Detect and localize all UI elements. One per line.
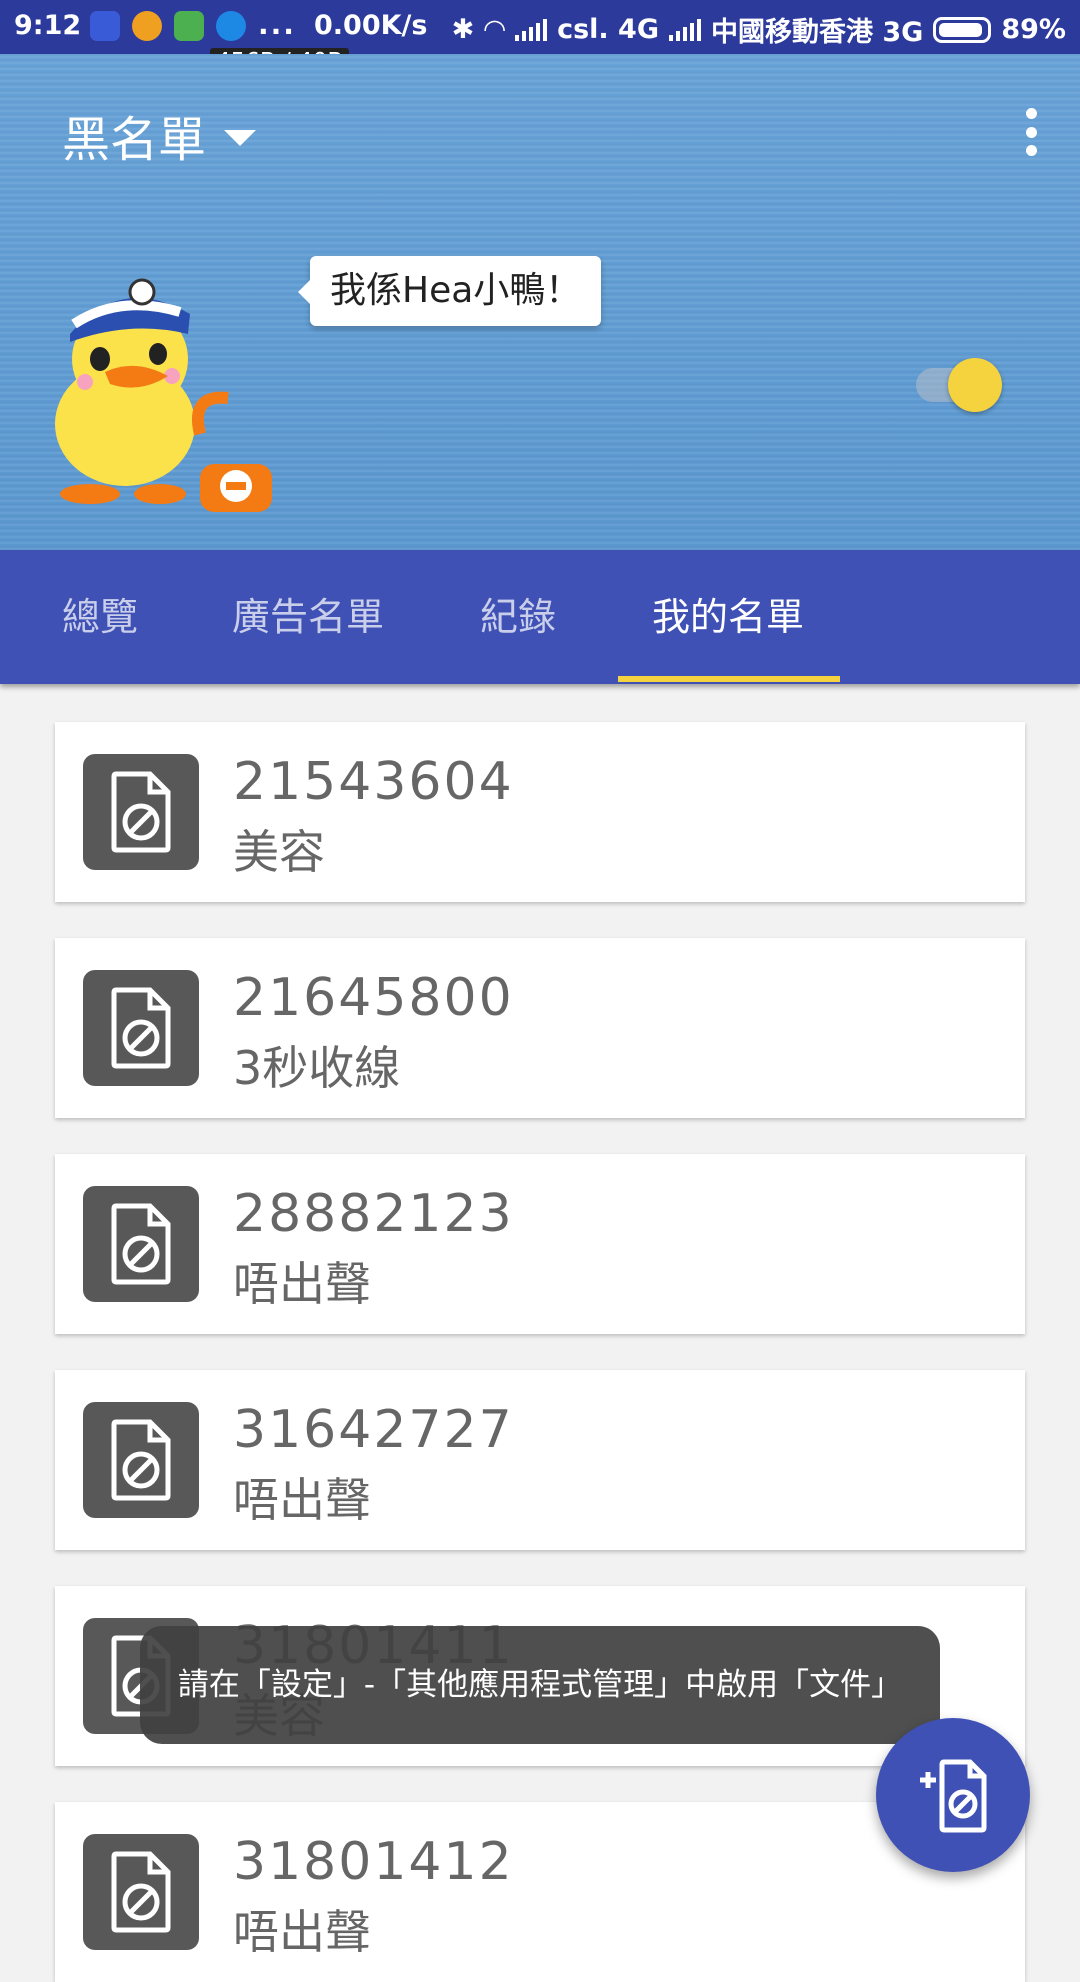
status-bar: 9:12 ... 0.00K/s ✱ ◠ csl. 4G 中國移動香港 3G 8… xyxy=(0,0,1080,54)
phone-number: 21645800 xyxy=(233,968,514,1028)
status-right-group: ✱ ◠ csl. 4G 中國移動香港 3G 89% xyxy=(452,10,1066,49)
tab-indicator xyxy=(618,676,840,682)
weather-icon xyxy=(132,11,162,41)
tab-bar: 總覽 廣告名單 紀錄 我的名單 xyxy=(0,550,1080,684)
carrier-2: 中國移動香港 3G xyxy=(711,17,924,48)
blocked-file-icon xyxy=(83,1834,199,1950)
notification-icons xyxy=(90,11,246,41)
dropdown-caret-icon xyxy=(224,130,257,146)
list-selector[interactable]: 黑名單 xyxy=(62,100,257,170)
phone-number: 31801412 xyxy=(233,1832,514,1892)
entry-label: 3秒收線 xyxy=(233,1041,401,1095)
overflow-menu-icon[interactable] xyxy=(1024,108,1038,156)
phone-number: 28882123 xyxy=(233,1184,514,1244)
blocked-file-icon xyxy=(83,1402,199,1518)
add-blocked-file-icon xyxy=(920,1759,987,1833)
list-item[interactable]: 28882123 唔出聲 xyxy=(55,1154,1025,1334)
entry-label: 唔出聲 xyxy=(233,1473,371,1527)
app-header: 黑名單 我係Hea小鴨！ xyxy=(0,54,1080,550)
app-notification-icon xyxy=(90,11,120,41)
sync-notification-icon xyxy=(216,11,246,41)
blocked-file-icon xyxy=(83,754,199,870)
more-notifications-indicator: ... xyxy=(258,8,296,41)
tab-log[interactable]: 紀錄 xyxy=(480,550,556,684)
list-item[interactable]: 21645800 3秒收線 xyxy=(55,938,1025,1118)
list-item[interactable]: 21543604 美容 xyxy=(55,722,1025,902)
entry-label: 唔出聲 xyxy=(233,1257,371,1311)
duck-mascot-icon xyxy=(55,278,272,512)
download-notification-icon xyxy=(174,11,204,41)
toggle-thumb xyxy=(948,358,1002,412)
battery-icon xyxy=(933,16,992,43)
blocking-toggle[interactable] xyxy=(916,350,1006,412)
add-blocked-number-button[interactable] xyxy=(876,1718,1030,1872)
signal-icon-2 xyxy=(669,18,701,41)
bluetooth-icon: ✱ xyxy=(451,14,475,45)
entry-label: 唔出聲 xyxy=(233,1905,371,1959)
status-time: 9:12 xyxy=(14,10,82,41)
carrier-1: csl. 4G xyxy=(557,14,659,45)
blocked-file-icon xyxy=(83,1186,199,1302)
tab-overview[interactable]: 總覽 xyxy=(62,550,138,684)
entry-label: 美容 xyxy=(233,825,325,879)
phone-number: 21543604 xyxy=(233,752,514,812)
signal-icon xyxy=(515,18,548,41)
battery-percent: 89% xyxy=(1001,14,1066,45)
tab-my-list[interactable]: 我的名單 xyxy=(652,550,804,684)
list-item[interactable]: 31642727 唔出聲 xyxy=(55,1370,1025,1550)
blocked-file-icon xyxy=(83,970,199,1086)
tab-ad-list[interactable]: 廣告名單 xyxy=(232,550,384,684)
network-speed: 0.00K/s xyxy=(314,10,428,41)
page-title: 黑名單 xyxy=(62,112,207,168)
wifi-icon: ◠ xyxy=(484,14,506,45)
list-item[interactable]: 31801412 唔出聲 xyxy=(55,1802,1025,1982)
phone-number: 31642727 xyxy=(233,1400,514,1460)
toast-message: 請在「設定」-「其他應用程式管理」中啟用「文件」 xyxy=(140,1626,940,1744)
speech-bubble: 我係Hea小鴨！ xyxy=(297,256,602,326)
